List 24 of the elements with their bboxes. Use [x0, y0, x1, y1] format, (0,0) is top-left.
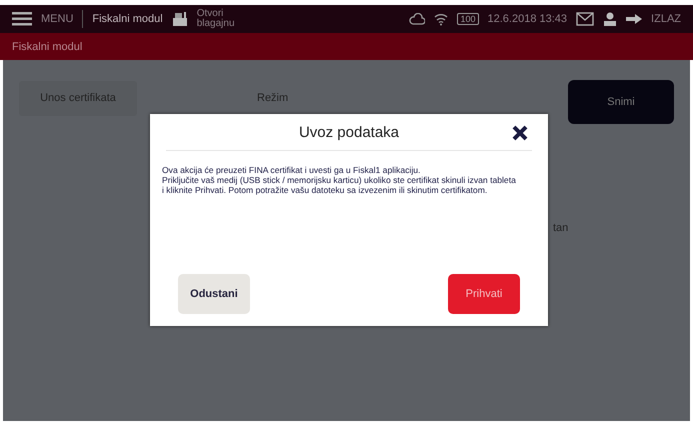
close-icon[interactable]: [512, 125, 528, 141]
dialog-message-line: Priključite vaš medij (USB stick / memorijsku karticu) ukoliko ste certifikat skinuli izvan tableta: [162, 175, 517, 185]
wifi-icon: [434, 12, 448, 26]
mail-icon[interactable]: [576, 12, 594, 26]
datetime: 12.6.2018 13:43: [488, 13, 568, 25]
dialog-message-line: Ova akcija će preuzeti FINA certifikat i uvesti ga u Fiskal1 aplikaciju.: [162, 165, 422, 175]
mode-label: Režim: [257, 92, 288, 104]
dialog-title: Uvoz podataka: [298, 124, 400, 140]
user-icon[interactable]: [603, 12, 618, 26]
dialog-button[interactable]: Prihvati: [448, 274, 520, 314]
partial-label: tan: [553, 222, 568, 234]
logout-button[interactable]: IZLAZ: [651, 13, 681, 25]
save-button[interactable]: Snimi: [568, 80, 674, 124]
dialog-message-line: i kliknite Prihvati. Potom potražite vašu datoteku sa izvezenim ili skinutim certifikatom.: [162, 185, 488, 195]
battery-indicator: 100: [457, 13, 479, 25]
cash-register-icon[interactable]: [172, 12, 188, 26]
open-register-link[interactable]: Otvori blagajnu: [196, 9, 245, 29]
menu-icon[interactable]: [12, 12, 32, 26]
arrow-right-icon[interactable]: [626, 14, 642, 24]
cloud-icon: [409, 13, 426, 25]
dialog-button[interactable]: Odustani: [178, 274, 250, 314]
module-title: Fiskalni modul: [92, 13, 163, 25]
menu-label[interactable]: MENU: [41, 13, 74, 25]
breadcrumb: Fiskalni modul: [12, 40, 82, 52]
